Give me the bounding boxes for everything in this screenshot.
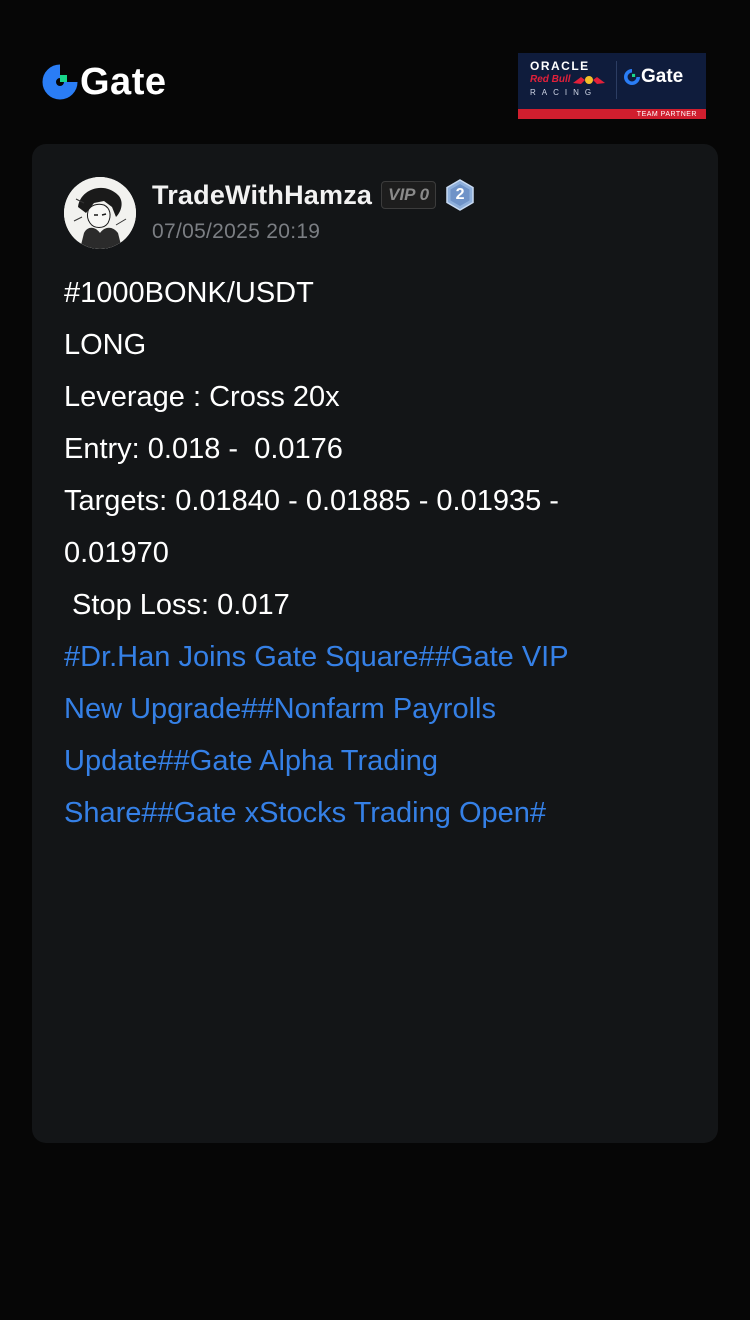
partner-racing-text: RACING — [530, 88, 598, 97]
partner-gate-text: Gate — [641, 66, 684, 87]
vip-badge: VIP 0 — [381, 181, 437, 209]
gate-logo-icon — [624, 69, 640, 85]
level-badge: 2 — [445, 179, 475, 211]
partner-redbull-text: Red Bull — [530, 74, 571, 85]
hashtag-block: #Dr.Han Joins Gate Square##Gate VIP New … — [64, 631, 664, 839]
partner-gate-logo: Gate — [624, 66, 683, 88]
hashtag-link[interactable]: New Upgrade##Nonfarm Payrolls — [64, 683, 664, 735]
hashtag-link[interactable]: Share##Gate xStocks Trading Open# — [64, 787, 664, 839]
partner-oracle-text: ORACLE — [530, 59, 590, 73]
avatar[interactable] — [64, 177, 136, 249]
post-line: #1000BONK/USDT — [64, 277, 314, 309]
brand-name: Gate — [80, 61, 167, 103]
post-line: Entry: 0.018 - 0.0176 — [64, 433, 343, 465]
hashtag-link[interactable]: Update##Gate Alpha Trading — [64, 735, 664, 787]
post-card: TradeWithHamza VIP 0 2 07/05/2025 20:19 … — [32, 144, 718, 1143]
user-avatar — [64, 177, 136, 249]
gate-logo[interactable]: Gate — [42, 62, 166, 102]
post-line: Targets: 0.01840 - 0.01885 - 0.01935 - — [64, 485, 559, 517]
post-timestamp: 07/05/2025 20:19 — [152, 220, 321, 243]
partner-divider — [616, 61, 617, 99]
author-name[interactable]: TradeWithHamza — [152, 180, 372, 211]
author-row: TradeWithHamza VIP 0 2 — [152, 178, 475, 212]
app-header: Gate ORACLE Red Bull RACING Gate TEAM PA… — [0, 0, 750, 144]
level-number: 2 — [455, 186, 465, 203]
post-line: Stop Loss: 0.017 — [64, 589, 290, 621]
hashtag-link[interactable]: #Dr.Han Joins Gate Square##Gate VIP — [64, 631, 664, 683]
partner-band-text: TEAM PARTNER — [636, 111, 697, 118]
post-line: Leverage : Cross 20x — [64, 381, 340, 413]
partner-banner[interactable]: ORACLE Red Bull RACING Gate TEAM PARTNER — [518, 53, 706, 119]
post-body: #1000BONK/USDT LONG Leverage : Cross 20x… — [64, 267, 664, 631]
red-bull-logo-icon — [573, 76, 605, 84]
gate-logo-icon — [42, 64, 78, 100]
post-line: 0.01970 — [64, 537, 169, 569]
post-line: LONG — [64, 329, 147, 361]
